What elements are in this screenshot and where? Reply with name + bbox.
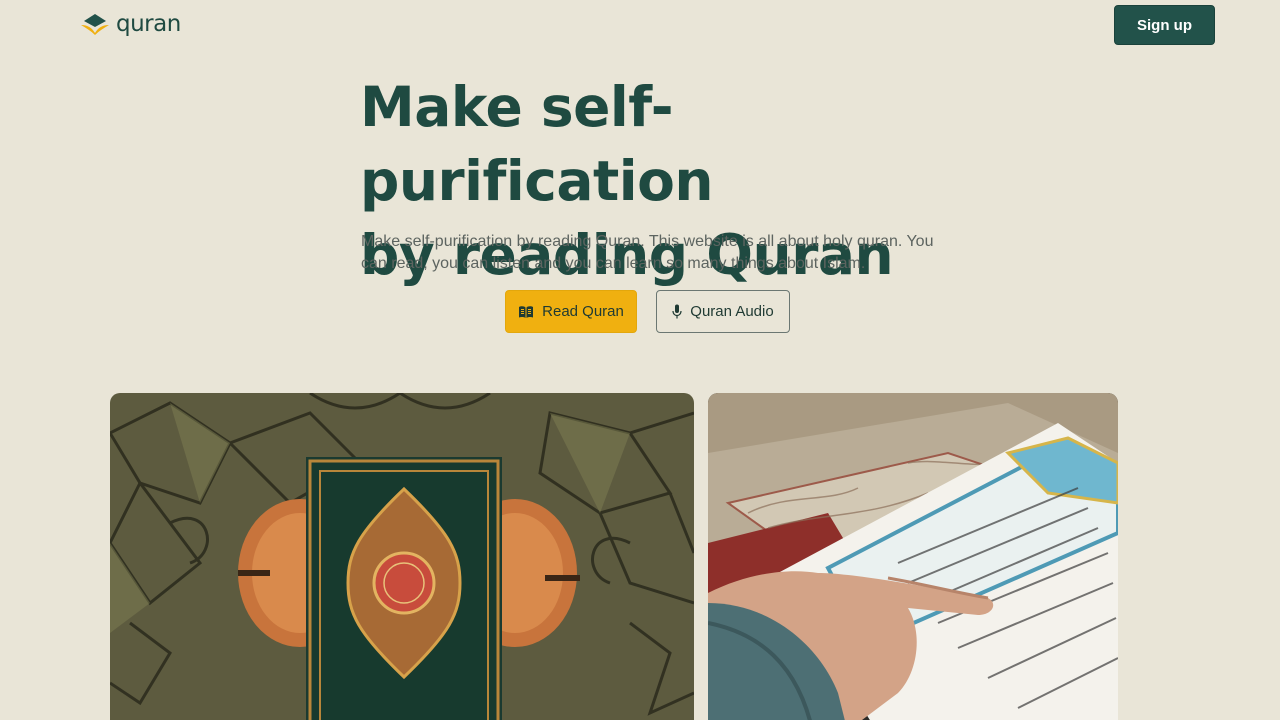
site-header: quran Sign up [0, 0, 1280, 50]
book-open-icon [519, 305, 534, 318]
microphone-icon [672, 304, 682, 319]
reading-quran-photo [708, 393, 1118, 720]
read-quran-label: Read Quran [542, 303, 624, 320]
hero-description: Make self-purification by reading Quran.… [361, 233, 934, 272]
hero-title-line1: Make self-purification [360, 75, 714, 213]
read-quran-button[interactable]: Read Quran [505, 290, 637, 333]
quran-audio-button[interactable]: Quran Audio [656, 290, 790, 333]
logo[interactable]: quran [80, 10, 181, 38]
logo-icon [81, 14, 109, 35]
logo-text: quran [116, 11, 181, 37]
quran-book-photo [110, 393, 694, 720]
quran-audio-label: Quran Audio [690, 303, 774, 320]
signup-button[interactable]: Sign up [1114, 5, 1215, 45]
